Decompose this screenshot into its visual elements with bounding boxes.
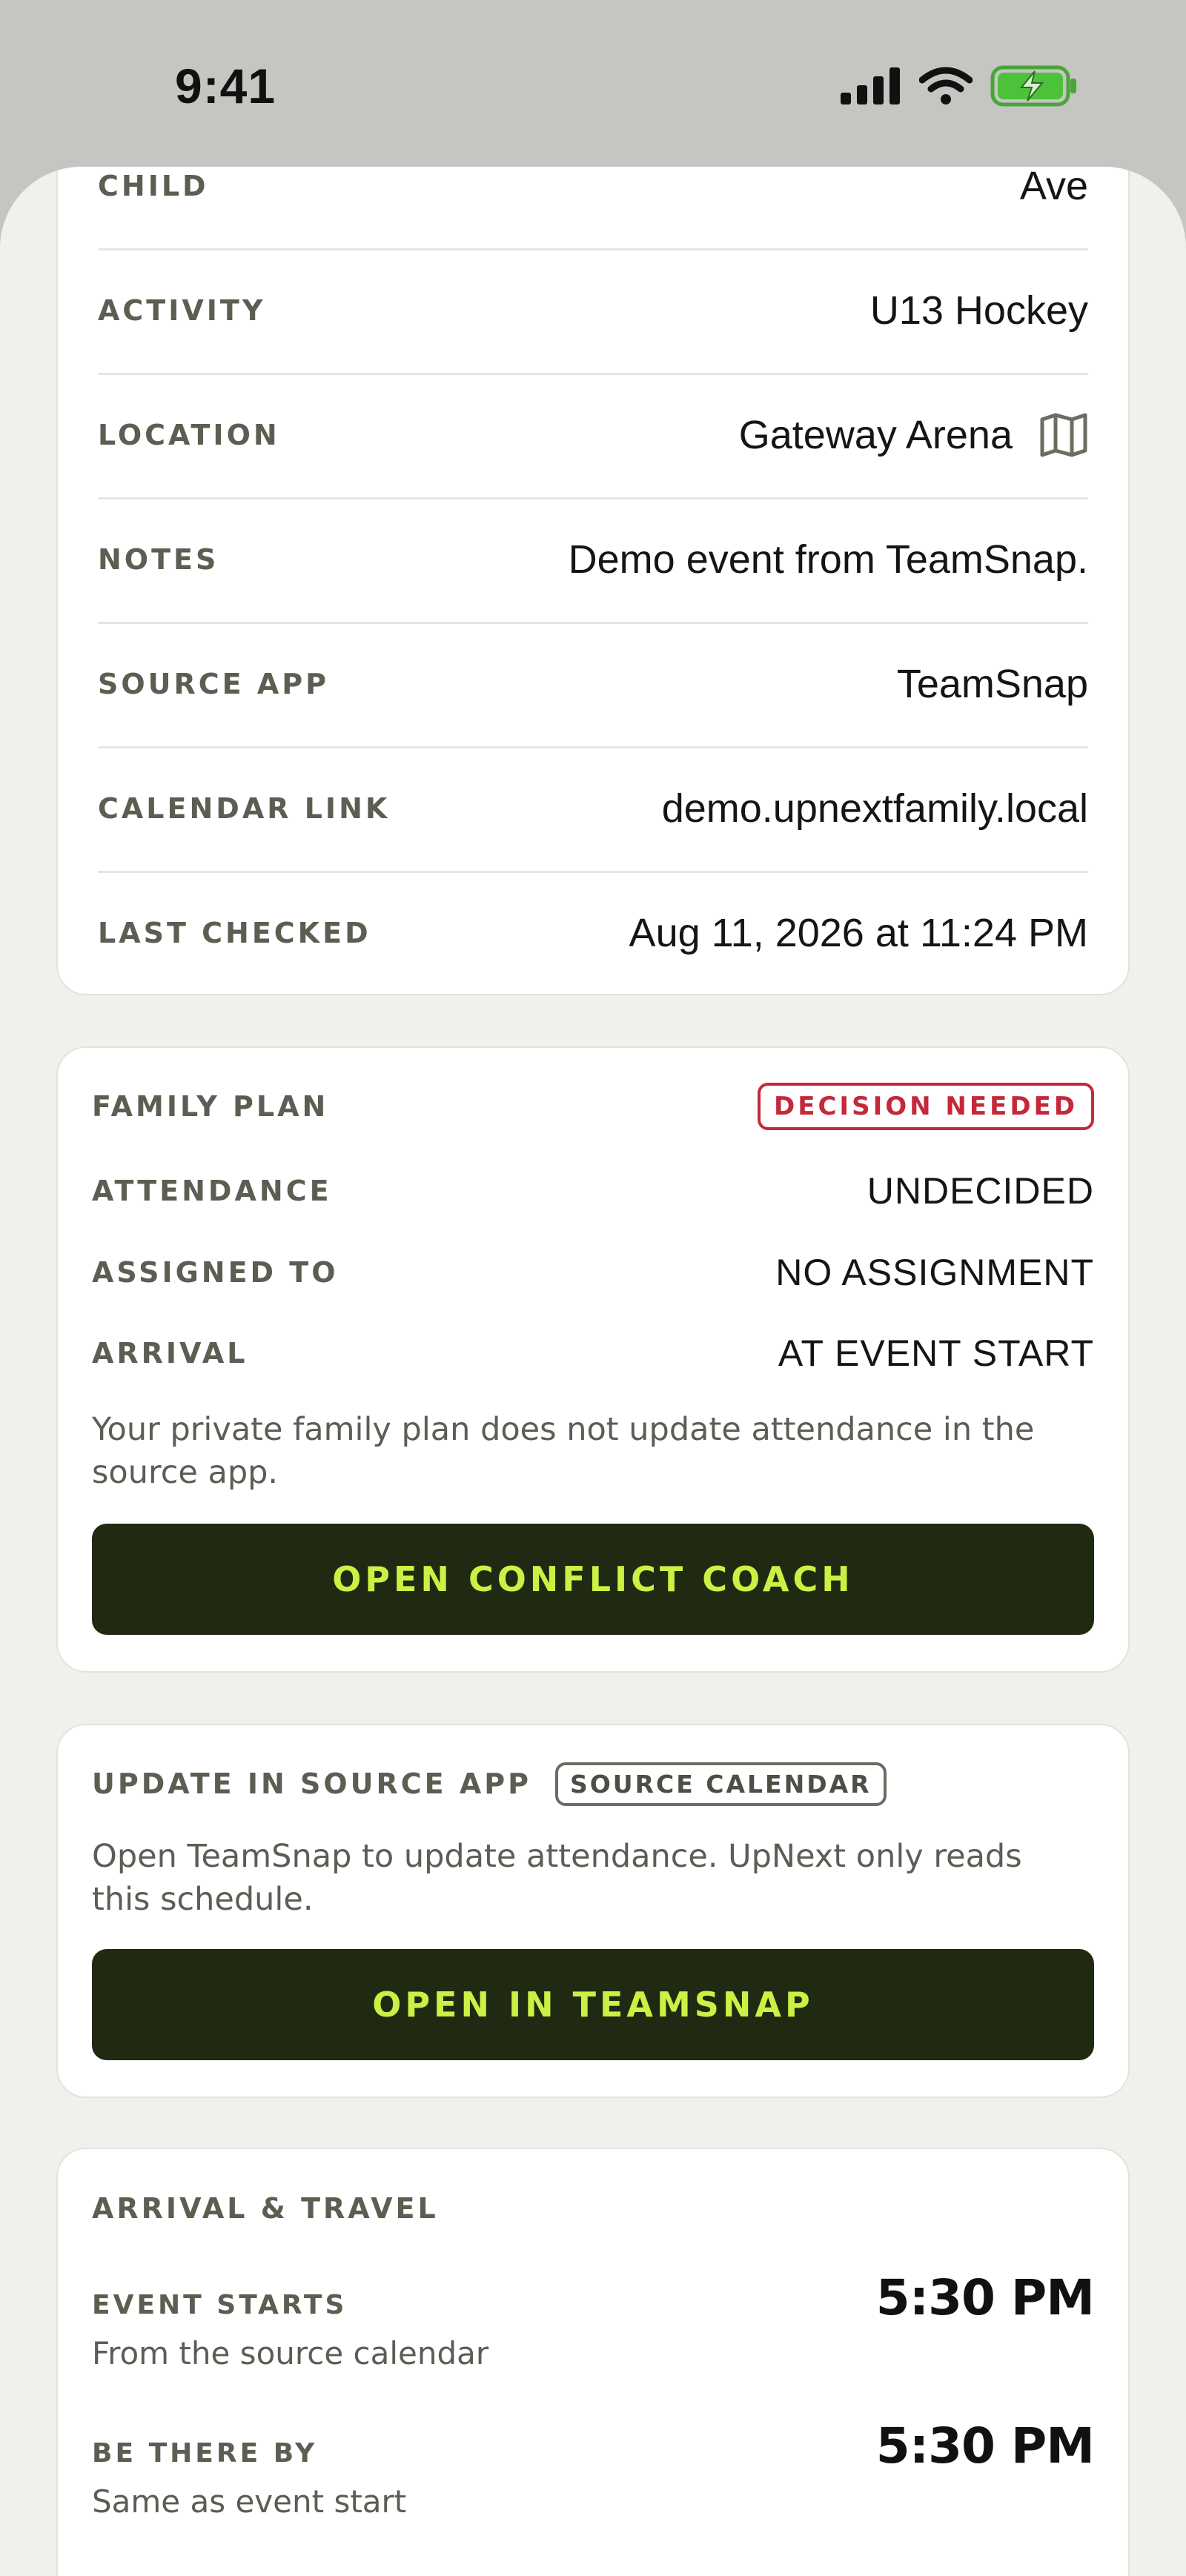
detail-value: U13 Hockey	[869, 288, 1088, 333]
family-plan-header: FAMILY PLAN DECISION NEEDED	[92, 1080, 1094, 1132]
family-plan-note: Your private family plan does not update…	[92, 1411, 1035, 1491]
status-time: 9:41	[175, 59, 276, 113]
battery-charging-icon	[990, 65, 1076, 107]
detail-label: LOCATION	[98, 419, 280, 451]
family-plan-card: FAMILY PLAN DECISION NEEDED ATTENDANCE U…	[56, 1046, 1130, 1673]
source-calendar-badge: SOURCE CALENDAR	[554, 1762, 887, 1806]
detail-label: CHILD	[98, 170, 209, 202]
plan-label: ATTENDANCE	[92, 1175, 332, 1207]
detail-label: LAST CHECKED	[98, 917, 371, 949]
detail-label: CALENDAR LINK	[98, 792, 391, 825]
location-name: Gateway Arena	[738, 413, 1013, 457]
plan-row-attendance[interactable]: ATTENDANCE UNDECIDED	[92, 1165, 1094, 1217]
event-starts-label: EVENT STARTS	[92, 2290, 348, 2320]
open-in-teamsnap-button[interactable]: OPEN IN TEAMSNAP	[92, 1949, 1094, 2060]
source-app-title: UPDATE IN SOURCE APP	[92, 1767, 531, 1800]
cellular-signal-icon	[841, 67, 900, 104]
detail-value: Aug 11, 2026 at 11:24 PM	[629, 911, 1088, 955]
event-starts-label-group: EVENT STARTS From the source calendar	[92, 2290, 488, 2371]
calendar-link[interactable]: demo.upnextfamily.local	[662, 786, 1088, 831]
detail-value: Demo event from TeamSnap.	[568, 537, 1088, 582]
arrival-travel-title: ARRIVAL & TRAVEL	[92, 2192, 439, 2225]
plan-label: ASSIGNED TO	[92, 1256, 339, 1289]
detail-row-source-app: SOURCE APP TeamSnap	[98, 622, 1088, 748]
be-there-by-label-group: BE THERE BY Same as event start	[92, 2438, 406, 2520]
event-details-card: CHILD Ave ACTIVITY U13 Hockey LOCATION G…	[56, 167, 1130, 995]
detail-value: TeamSnap	[896, 662, 1088, 706]
be-there-by-time: 5:30 PM	[875, 2417, 1095, 2474]
detail-row-location[interactable]: LOCATION Gateway Arena	[98, 373, 1088, 499]
source-app-note: Open TeamSnap to update attendance. UpNe…	[92, 1838, 1022, 1918]
event-starts-sub: From the source calendar	[92, 2335, 489, 2371]
plan-value: UNDECIDED	[867, 1170, 1094, 1212]
detail-row-last-checked: LAST CHECKED Aug 11, 2026 at 11:24 PM	[98, 871, 1088, 995]
detail-label: NOTES	[98, 543, 219, 576]
plan-value: AT EVENT START	[778, 1332, 1094, 1374]
open-conflict-coach-button[interactable]: OPEN CONFLICT COACH	[92, 1524, 1094, 1635]
plan-row-assigned-to[interactable]: ASSIGNED TO NO ASSIGNMENT	[92, 1246, 1094, 1298]
wifi-icon	[919, 67, 973, 104]
source-app-header: UPDATE IN SOURCE APP SOURCE CALENDAR	[92, 1758, 887, 1810]
be-there-by-label: BE THERE BY	[92, 2438, 318, 2469]
plan-row-arrival[interactable]: ARRIVAL AT EVENT START	[92, 1327, 1094, 1379]
be-there-by-sub: Same as event start	[92, 2483, 407, 2520]
family-plan-title: FAMILY PLAN	[92, 1090, 329, 1123]
decision-needed-badge: DECISION NEEDED	[758, 1083, 1094, 1130]
event-starts-time: 5:30 PM	[875, 2269, 1095, 2326]
detail-value: Gateway Arena	[739, 412, 1088, 458]
detail-row-calendar-link[interactable]: CALENDAR LINK demo.upnextfamily.local	[98, 746, 1088, 873]
detail-row-activity: ACTIVITY U13 Hockey	[98, 248, 1088, 375]
detail-label: ACTIVITY	[98, 294, 266, 327]
detail-row-child: CHILD Ave	[98, 167, 1088, 250]
plan-label: ARRIVAL	[92, 1337, 248, 1370]
plan-value: NO ASSIGNMENT	[775, 1252, 1094, 1293]
detail-row-notes: NOTES Demo event from TeamSnap.	[98, 497, 1088, 624]
detail-value: Ave	[1019, 167, 1088, 208]
status-icons	[841, 65, 1078, 107]
status-bar: 9:41	[0, 0, 1186, 167]
detail-label: SOURCE APP	[98, 668, 329, 700]
update-source-app-card: UPDATE IN SOURCE APP SOURCE CALENDAR Ope…	[56, 1724, 1130, 2098]
arrival-travel-card: ARRIVAL & TRAVEL EVENT STARTS From the s…	[56, 2148, 1130, 2576]
map-icon[interactable]	[1039, 412, 1088, 458]
event-detail-sheet[interactable]: CHILD Ave ACTIVITY U13 Hockey LOCATION G…	[0, 167, 1186, 2576]
